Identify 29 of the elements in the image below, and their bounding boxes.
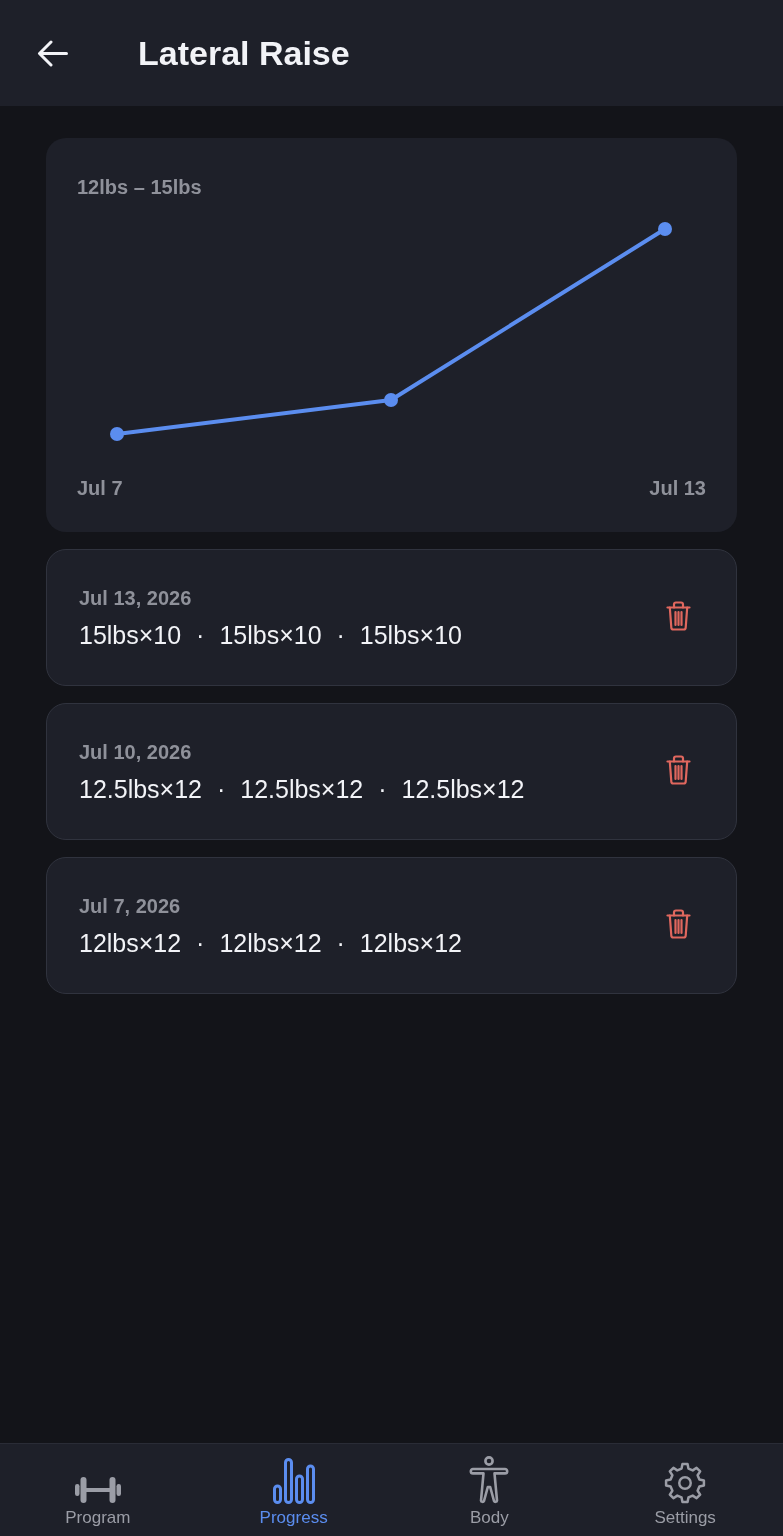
arrow-left-icon	[37, 39, 68, 67]
entry-sets: 12.5lbs×12 · 12.5lbs×12 · 12.5lbs×12	[79, 773, 525, 805]
delete-button[interactable]	[666, 754, 691, 785]
data-point	[110, 427, 124, 441]
settings-icon	[664, 1462, 707, 1504]
nav-tab[interactable]: Program	[65, 1452, 131, 1528]
delete-button[interactable]	[666, 908, 691, 939]
entry-date: Jul 7, 2026	[79, 893, 181, 919]
entry-date: Jul 13, 2026	[79, 585, 192, 611]
entry-date: Jul 10, 2026	[79, 739, 192, 765]
trash-icon	[666, 908, 691, 939]
data-point	[384, 393, 398, 407]
delete-button[interactable]	[666, 600, 691, 631]
entry-sets: 15lbs×10 · 15lbs×10 · 15lbs×10	[79, 619, 462, 651]
date-axis-label: Jul 7	[77, 476, 123, 501]
trash-icon	[666, 600, 691, 631]
page-title: Lateral Raise	[138, 33, 350, 73]
nav-tab[interactable]: Settings	[654, 1452, 716, 1528]
entry-sets: 12lbs×12 · 12lbs×12 · 12lbs×12	[79, 927, 462, 959]
bar-chart-icon	[272, 1458, 315, 1504]
back-button[interactable]	[37, 39, 68, 67]
trash-icon	[666, 754, 691, 785]
date-axis-label: Jul 13	[649, 476, 706, 501]
person-icon	[469, 1456, 510, 1504]
nav-tab[interactable]: Progress	[259, 1452, 328, 1528]
nav-tab[interactable]: Body	[469, 1452, 510, 1528]
data-point	[658, 222, 672, 236]
weight-range-label: 12lbs – 15lbs	[77, 175, 202, 200]
dumbbell-icon	[74, 1476, 121, 1504]
